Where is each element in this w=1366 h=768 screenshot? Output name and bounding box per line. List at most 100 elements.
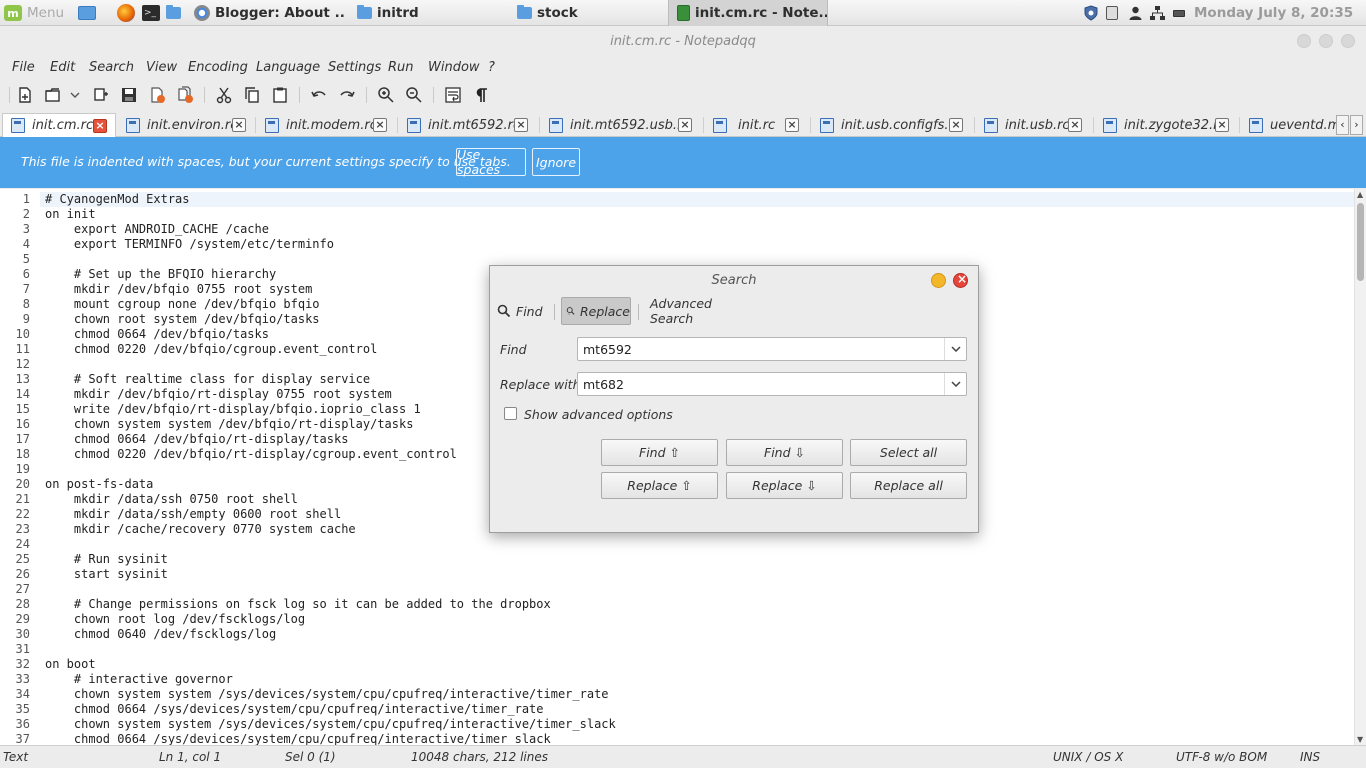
code-line[interactable]: # Soft realtime class for display servic… — [45, 372, 370, 386]
task-blogger[interactable]: Blogger: About ... — [194, 0, 346, 26]
code-line[interactable]: # Change permissions on fsck log so it c… — [45, 597, 551, 611]
shield-icon[interactable] — [1083, 0, 1099, 26]
open-file-icon[interactable] — [44, 86, 62, 104]
replace-up-button[interactable]: Replace ⇧ — [601, 472, 718, 499]
code-line[interactable]: chown system system /dev/bfqio/rt-displa… — [45, 417, 414, 431]
tab-init-rc[interactable]: init.rc × — [705, 113, 808, 137]
code-line[interactable]: chmod 0220 /dev/bfqio/cgroup.event_contr… — [45, 342, 377, 356]
zoom-in-icon[interactable] — [377, 86, 395, 104]
tab-replace[interactable]: Replace — [561, 297, 631, 325]
cut-icon[interactable] — [215, 86, 233, 104]
code-line[interactable]: chmod 0664 /sys/devices/system/cpu/cpufr… — [45, 732, 551, 745]
dialog-close-button[interactable]: × — [953, 272, 968, 288]
status-mode[interactable]: INS — [1300, 750, 1320, 764]
show-all-chars-icon[interactable] — [472, 86, 490, 104]
menu-language[interactable]: Language — [256, 60, 320, 75]
paste-icon[interactable] — [271, 86, 289, 104]
find-up-button[interactable]: Find ⇧ — [601, 439, 718, 466]
find-input[interactable]: mt6592 — [577, 337, 967, 361]
code-line[interactable]: mkdir /dev/bfqio 0755 root system — [45, 282, 312, 296]
menu-window[interactable]: Window — [428, 60, 480, 75]
code-line[interactable]: # Set up the BFQIO hierarchy — [45, 267, 276, 281]
code-line[interactable]: start sysinit — [45, 567, 168, 581]
code-line[interactable]: mkdir /data/ssh/empty 0600 root shell — [45, 507, 341, 521]
zoom-out-icon[interactable] — [405, 86, 423, 104]
menu-view[interactable]: View — [146, 60, 177, 75]
code-line[interactable]: mkdir /cache/recovery 0770 system cache — [45, 522, 356, 536]
code-line[interactable]: on init — [45, 207, 96, 221]
scroll-up-icon[interactable]: ▲ — [1357, 190, 1363, 199]
clipboard-icon[interactable] — [1106, 0, 1120, 26]
code-line[interactable]: on boot — [45, 657, 96, 671]
code-line[interactable]: export ANDROID_CACHE /cache — [45, 222, 269, 236]
code-line[interactable]: chown root log /dev/fscklogs/log — [45, 612, 305, 626]
maximize-button[interactable] — [1319, 34, 1333, 48]
dialog-minimize-button[interactable] — [931, 273, 946, 288]
search-dialog[interactable]: Search × Find Replace Advanced Search Fi… — [489, 265, 979, 533]
status-encoding[interactable]: UTF-8 w/o BOM — [1176, 750, 1267, 764]
show-advanced-label[interactable]: Show advanced options — [524, 407, 673, 422]
menu-file[interactable]: File — [12, 60, 35, 75]
task-stock[interactable]: stock — [517, 0, 667, 26]
files-icon[interactable] — [166, 0, 186, 26]
menu-help[interactable]: ? — [488, 60, 495, 75]
code-line[interactable]: on post-fs-data — [45, 477, 153, 491]
menu-run[interactable]: Run — [388, 60, 414, 75]
tab-init-cm-rc[interactable]: init.cm.rc × — [2, 113, 116, 137]
menu-settings[interactable]: Settings — [328, 60, 381, 75]
code-line[interactable]: write /dev/bfqio/rt-display/bfqio.ioprio… — [45, 402, 421, 416]
tab-close-icon[interactable]: × — [93, 119, 107, 133]
new-file-icon[interactable] — [16, 86, 34, 104]
code-line[interactable]: export TERMINFO /system/etc/terminfo — [45, 237, 334, 251]
tab-close-icon[interactable]: × — [785, 118, 799, 132]
word-wrap-icon[interactable] — [444, 86, 462, 104]
tab-scroll-left-icon[interactable]: ‹ — [1336, 115, 1349, 135]
tab-init-mt6592-usb-rc[interactable]: init.mt6592.usb.rc × — [541, 113, 701, 137]
save-icon[interactable] — [120, 86, 138, 104]
code-line[interactable]: chown system system /sys/devices/system/… — [45, 687, 609, 701]
status-language[interactable]: Text — [3, 750, 28, 764]
tab-init-zygote32-rc[interactable]: init.zygote32.rc × — [1095, 113, 1237, 137]
select-all-button[interactable]: Select all — [850, 439, 967, 466]
code-line[interactable]: # CyanogenMod Extras — [45, 192, 190, 206]
tab-close-icon[interactable]: × — [514, 118, 528, 132]
tab-init-usb-rc[interactable]: init.usb.rc × — [976, 113, 1091, 137]
replace-input[interactable]: mt682 — [577, 372, 967, 396]
scrollbar-thumb[interactable] — [1357, 203, 1364, 281]
vertical-scrollbar[interactable]: ▲ ▼ — [1354, 189, 1366, 745]
close-window-button[interactable] — [1341, 34, 1355, 48]
task-initrd[interactable]: initrd — [357, 0, 507, 26]
use-spaces-button[interactable]: Use spaces — [456, 147, 526, 177]
close-file-icon[interactable] — [148, 86, 166, 104]
show-desktop-icon[interactable] — [78, 0, 98, 26]
scroll-down-icon[interactable]: ▼ — [1357, 735, 1363, 744]
open-dropdown-icon[interactable] — [68, 86, 82, 104]
redo-icon[interactable] — [338, 86, 356, 104]
replace-all-button[interactable]: Replace all — [850, 472, 967, 499]
tab-init-environ-rc[interactable]: init.environ.rc × — [118, 113, 253, 137]
minimize-button[interactable] — [1297, 34, 1311, 48]
user-icon[interactable] — [1129, 0, 1143, 26]
tab-close-icon[interactable]: × — [1068, 118, 1082, 132]
clock[interactable]: Monday July 8, 20:35 — [1194, 0, 1366, 26]
status-eol[interactable]: UNIX / OS X — [1053, 750, 1123, 764]
tab-advanced-search[interactable]: Advanced Search — [650, 296, 750, 326]
tab-ueventd[interactable]: ueventd.mt6 — [1241, 113, 1336, 137]
reload-file-icon[interactable] — [92, 86, 110, 104]
code-line[interactable]: chmod 0640 /dev/fscklogs/log — [45, 627, 276, 641]
code-line[interactable]: mount cgroup none /dev/bfqio bfqio — [45, 297, 320, 311]
copy-icon[interactable] — [243, 86, 261, 104]
code-line[interactable]: chmod 0664 /dev/bfqio/rt-display/tasks — [45, 432, 349, 446]
menu-encoding[interactable]: Encoding — [188, 60, 248, 75]
menu-edit[interactable]: Edit — [50, 60, 75, 75]
tab-scroll-right-icon[interactable]: › — [1350, 115, 1363, 135]
tab-close-icon[interactable]: × — [232, 118, 246, 132]
find-down-button[interactable]: Find ⇩ — [726, 439, 843, 466]
chevron-down-icon[interactable] — [944, 338, 966, 360]
tab-init-modem-rc[interactable]: init.modem.rc × — [257, 113, 395, 137]
window-titlebar[interactable]: init.cm.rc - Notepadqq — [0, 27, 1366, 55]
code-line[interactable]: mkdir /data/ssh 0750 root shell — [45, 492, 298, 506]
code-line[interactable]: mkdir /dev/bfqio/rt-display 0755 root sy… — [45, 387, 392, 401]
tab-close-icon[interactable]: × — [678, 118, 692, 132]
tab-init-mt6592-rc[interactable]: init.mt6592.rc × — [399, 113, 537, 137]
